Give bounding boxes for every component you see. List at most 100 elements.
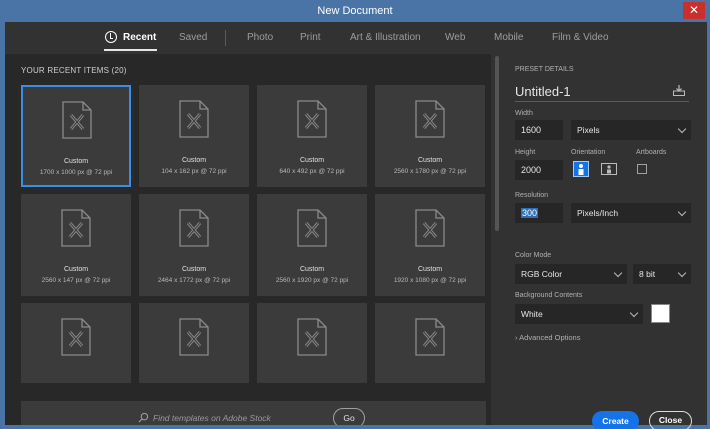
document-icon (179, 100, 209, 138)
recent-item-size: 2560 x 147 px @ 72 ppi (41, 277, 111, 284)
color-mode-label: Color Mode (515, 252, 552, 259)
recent-item-title: Custom (63, 158, 89, 165)
chevron-down-icon (613, 268, 623, 278)
chevron-down-icon (677, 124, 687, 134)
window-close-icon[interactable]: ✕ (683, 2, 705, 19)
width-unit-value: Pixels (577, 125, 600, 135)
recent-items-header: YOUR RECENT ITEMS (20) (21, 66, 127, 75)
recent-items-panel: YOUR RECENT ITEMS (20) Custom 1700 x 1000… (5, 54, 491, 425)
width-input[interactable]: 1600 (515, 120, 563, 140)
document-icon (297, 100, 327, 138)
tab-print[interactable]: Print (300, 32, 321, 43)
tab-saved[interactable]: Saved (179, 32, 207, 43)
portrait-orientation-icon[interactable] (573, 161, 589, 177)
chevron-down-icon (677, 268, 687, 278)
background-contents-label: Background Contents (515, 292, 583, 299)
recent-item-title: Custom (63, 266, 89, 273)
photoshop-window: New Document ✕ Recent Saved Photo Print … (0, 0, 710, 429)
recent-item-tile[interactable]: Custom 2560 x 1920 px @ 72 ppi (257, 194, 367, 296)
recent-items-scrollbar[interactable] (495, 56, 499, 231)
recent-item-tile[interactable]: Custom 1920 x 1080 px @ 72 ppi (375, 194, 485, 296)
height-input[interactable]: 2000 (515, 160, 563, 180)
recent-item-tile[interactable] (375, 303, 485, 383)
background-contents-value: White (521, 309, 543, 319)
resolution-value: 300 (521, 208, 539, 218)
window-title: New Document (317, 5, 393, 17)
document-icon (179, 318, 209, 356)
go-button[interactable]: Go (333, 408, 365, 425)
stock-search-input[interactable]: Find templates on Adobe Stock (153, 413, 271, 423)
document-icon (62, 101, 92, 139)
tab-divider (225, 30, 226, 46)
document-name-input[interactable]: Untitled-1 (515, 84, 571, 99)
clock-icon (105, 31, 117, 43)
recent-item-title: Custom (299, 266, 325, 273)
recent-item-title: Custom (181, 266, 207, 273)
chevron-right-icon: › (515, 333, 518, 342)
search-icon (138, 412, 149, 423)
recent-items-heading: YOUR RECENT ITEMS (21, 66, 110, 75)
new-document-dialog: Recent Saved Photo Print Art & Illustrat… (5, 22, 707, 429)
width-unit-select[interactable]: Pixels (571, 120, 691, 140)
save-preset-icon[interactable] (673, 85, 685, 96)
recent-item-title: Custom (417, 157, 443, 164)
tab-recent[interactable]: Recent (123, 32, 156, 43)
recent-item-title: Custom (181, 157, 207, 164)
landscape-orientation-icon[interactable] (601, 161, 617, 177)
resolution-input[interactable]: 300 (515, 203, 563, 223)
recent-item-size: 1920 x 1080 px @ 72 ppi (393, 277, 467, 284)
advanced-options-label: Advanced Options (519, 333, 581, 342)
chevron-down-icon (677, 207, 687, 217)
recent-item-tile[interactable]: Custom 2560 x 1780 px @ 72 ppi (375, 85, 485, 187)
recent-item-tile[interactable] (257, 303, 367, 383)
tab-photo[interactable]: Photo (247, 32, 273, 43)
resolution-unit-value: Pixels/Inch (577, 208, 619, 218)
advanced-options-toggle[interactable]: › Advanced Options (515, 333, 580, 342)
recent-item-tile[interactable] (139, 303, 249, 383)
recent-item-tile[interactable]: Custom 104 x 162 px @ 72 ppi (139, 85, 249, 187)
preset-tabs: Recent Saved Photo Print Art & Illustrat… (5, 22, 707, 54)
document-icon (179, 209, 209, 247)
create-button[interactable]: Create (592, 411, 639, 429)
recent-item-size: 2560 x 1920 px @ 72 ppi (275, 277, 349, 284)
artboards-checkbox[interactable] (637, 164, 647, 174)
recent-items-count: (20) (111, 66, 127, 75)
recent-item-tile[interactable]: Custom 1700 x 1000 px @ 72 ppi (21, 85, 131, 187)
tab-art-illustration[interactable]: Art & Illustration (350, 32, 421, 43)
recent-item-size: 104 x 162 px @ 72 ppi (161, 168, 227, 175)
resolution-unit-select[interactable]: Pixels/Inch (571, 203, 691, 223)
width-label: Width (515, 110, 533, 117)
recent-item-size: 2560 x 1780 px @ 72 ppi (393, 168, 467, 175)
chevron-down-icon (629, 308, 639, 318)
tab-web[interactable]: Web (445, 32, 465, 43)
recent-item-tile[interactable]: Custom 640 x 492 px @ 72 ppi (257, 85, 367, 187)
document-icon (297, 209, 327, 247)
stock-search-bar: Find templates on Adobe Stock Go (21, 401, 486, 425)
orientation-label: Orientation (571, 149, 606, 156)
document-icon (415, 209, 445, 247)
document-icon (61, 318, 91, 356)
bit-depth-select[interactable]: 8 bit (633, 264, 691, 284)
recent-item-size: 640 x 492 px @ 72 ppi (279, 168, 345, 175)
preset-details-panel: PRESET DETAILS Untitled-1 Width 1600 Pix… (503, 54, 707, 429)
background-color-swatch[interactable] (651, 304, 670, 323)
recent-item-tile[interactable]: Custom 2560 x 147 px @ 72 ppi (21, 194, 131, 296)
recent-item-size: 1700 x 1000 px @ 72 ppi (39, 169, 113, 176)
close-button[interactable]: Close (649, 411, 692, 429)
bit-depth-value: 8 bit (639, 269, 656, 279)
tab-film-video[interactable]: Film & Video (552, 32, 609, 43)
document-icon (415, 100, 445, 138)
recent-item-tile[interactable]: Custom 2464 x 1772 px @ 72 ppi (139, 194, 249, 296)
background-contents-select[interactable]: White (515, 304, 643, 324)
tab-active-underline (104, 49, 157, 51)
color-mode-select[interactable]: RGB Color (515, 264, 627, 284)
preset-details-label: PRESET DETAILS (515, 66, 574, 73)
window-titlebar: New Document ✕ (0, 0, 710, 22)
recent-item-tile[interactable] (21, 303, 131, 383)
recent-item-title: Custom (417, 266, 443, 273)
tab-mobile[interactable]: Mobile (494, 32, 523, 43)
document-icon (415, 318, 445, 356)
resolution-label: Resolution (515, 192, 549, 199)
height-label: Height (515, 149, 536, 156)
color-mode-value: RGB Color (521, 269, 563, 279)
